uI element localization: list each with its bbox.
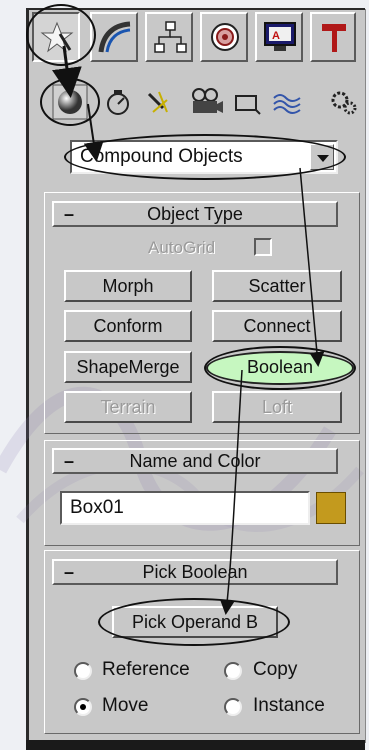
shapemerge-button[interactable]: ShapeMerge [64, 351, 192, 383]
collapse-icon: – [64, 451, 75, 471]
geometry-category-button[interactable] [52, 84, 88, 120]
shapes-icon [107, 90, 129, 115]
svg-text:A: A [272, 30, 280, 42]
display-tab[interactable]: A [255, 12, 303, 62]
autogrid-label: AutoGrid [148, 238, 216, 257]
sphere-icon [52, 84, 88, 120]
chevron-down-icon[interactable] [310, 144, 334, 170]
reference-radio[interactable] [74, 662, 92, 680]
utilities-tab[interactable] [310, 12, 356, 62]
object-color-swatch[interactable] [316, 492, 346, 524]
modify-tab[interactable] [90, 12, 138, 62]
hierarchy-tab[interactable] [145, 12, 193, 62]
instance-radio[interactable] [224, 698, 242, 716]
object-type-title: Object Type [147, 204, 243, 224]
terrain-button: Terrain [64, 391, 192, 423]
instance-label: Instance [253, 695, 325, 716]
modify-arc-icon [98, 21, 131, 53]
object-name-value: Box01 [70, 497, 124, 518]
hierarchy-icon [154, 21, 187, 53]
helpers-category-button[interactable] [232, 84, 262, 120]
helpers-icon [235, 95, 261, 115]
cameras-category-button[interactable] [190, 84, 224, 120]
loft-button: Loft [212, 391, 342, 423]
pick-boolean-title: Pick Boolean [142, 562, 248, 582]
pick-operand-b-button[interactable]: Pick Operand B [112, 606, 278, 638]
collapse-icon: – [64, 204, 75, 224]
lights-icon [147, 91, 168, 113]
morph-button[interactable]: Morph [64, 270, 192, 302]
dropdown-value: Compound Objects [80, 146, 243, 167]
shapes-category-button[interactable] [104, 84, 132, 120]
systems-gear-icon [331, 91, 357, 115]
copy-radio[interactable] [224, 662, 242, 680]
name-and-color-header[interactable]: – Name and Color [52, 448, 338, 474]
lights-category-button[interactable] [145, 84, 175, 120]
create-star-icon [40, 21, 74, 53]
move-radio[interactable] [74, 698, 92, 716]
autogrid-checkbox[interactable] [254, 238, 272, 256]
camera-icon [192, 88, 223, 113]
move-label: Move [102, 695, 149, 716]
object-category-dropdown[interactable]: Compound Objects [70, 140, 338, 174]
copy-label: Copy [253, 659, 298, 680]
object-name-field[interactable]: Box01 [60, 491, 310, 525]
utilities-hammer-icon [322, 24, 346, 52]
conform-button[interactable]: Conform [64, 310, 192, 342]
motion-tab[interactable] [200, 12, 248, 62]
create-tab[interactable] [32, 12, 80, 62]
object-type-header[interactable]: – Object Type [52, 201, 338, 227]
spacewarp-icon [273, 94, 301, 114]
connect-button[interactable]: Connect [212, 310, 342, 342]
reference-label: Reference [102, 659, 190, 680]
spacewarps-category-button[interactable] [272, 84, 304, 120]
scatter-button[interactable]: Scatter [212, 270, 342, 302]
boolean-button[interactable]: Boolean [206, 351, 354, 385]
name-and-color-title: Name and Color [129, 451, 261, 471]
motion-icon [211, 23, 239, 51]
pick-boolean-header[interactable]: – Pick Boolean [52, 559, 338, 585]
collapse-icon: – [64, 562, 75, 582]
systems-category-button[interactable] [328, 84, 358, 120]
display-icon: A [264, 22, 296, 51]
panel-bottom-edge [26, 740, 365, 750]
